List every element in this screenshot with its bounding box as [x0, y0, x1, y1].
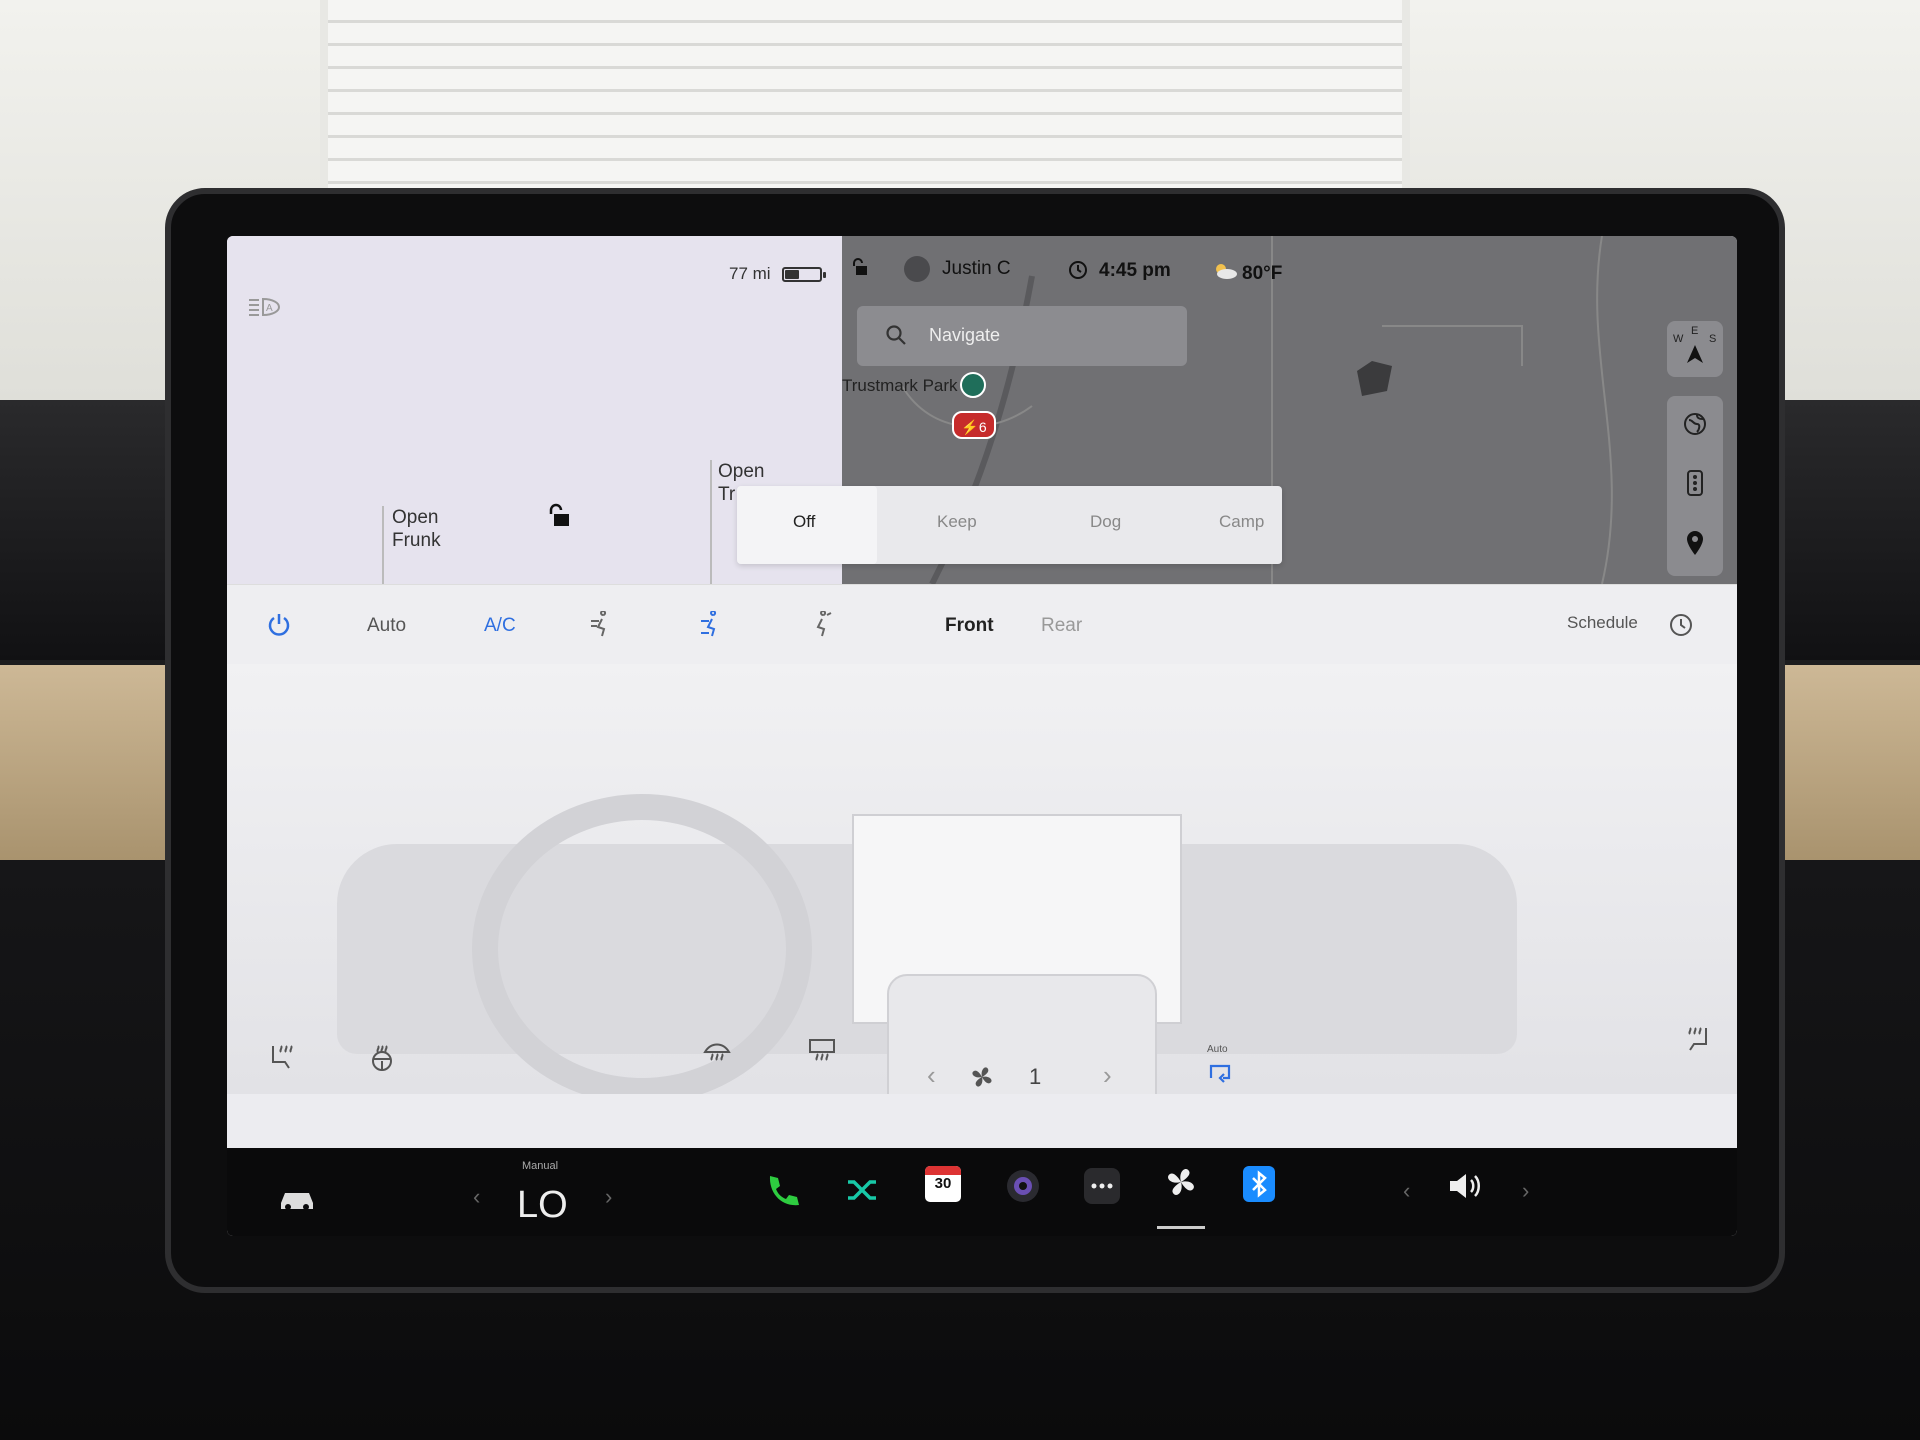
schedule-button[interactable]: Schedule: [1567, 613, 1638, 633]
mode-dog[interactable]: Dog: [1090, 512, 1121, 532]
car-icon[interactable]: [277, 1178, 317, 1218]
front-defrost-icon[interactable]: [702, 1034, 732, 1064]
compass-s: S: [1709, 333, 1717, 345]
mode-off[interactable]: Off: [793, 512, 815, 532]
camera-icon[interactable]: [1003, 1166, 1043, 1206]
supercharger-pin[interactable]: ⚡6: [952, 411, 996, 439]
bolt-icon: ⚡: [961, 419, 979, 435]
frunk-label-open: Open: [392, 507, 439, 528]
window-blind: [320, 0, 1410, 215]
temp-decrease-chevron[interactable]: ‹: [473, 1184, 480, 1210]
battery-icon: [782, 267, 826, 282]
airflow-windshield-icon[interactable]: [807, 611, 835, 639]
ac-button[interactable]: A/C: [484, 615, 516, 637]
climate-keeper-menu: Off Keep Dog Camp: [737, 486, 1282, 564]
navigate-search-box[interactable]: Navigate: [857, 306, 1187, 366]
location-pin-icon[interactable]: [1685, 530, 1705, 556]
power-icon[interactable]: [265, 611, 293, 639]
search-icon: [886, 325, 906, 345]
trunk-label-open: Open: [718, 461, 765, 482]
climate-fan-icon[interactable]: [1161, 1162, 1201, 1202]
steering-heater-icon[interactable]: [367, 1042, 397, 1072]
compass-e: E: [1691, 325, 1699, 337]
compass-button[interactable]: W E S: [1667, 321, 1723, 377]
headlight-auto-icon[interactable]: A: [247, 296, 281, 318]
wood-trim-left: [0, 665, 170, 865]
traffic-icon[interactable]: [1685, 470, 1705, 496]
open-frunk-button[interactable]: Open Frunk: [382, 506, 441, 586]
charger-count: 6: [978, 419, 987, 435]
clock-icon[interactable]: [1667, 611, 1695, 639]
frunk-label-frunk: Frunk: [392, 530, 441, 551]
map-controls: [1667, 396, 1723, 576]
steering-wheel-render: [472, 794, 812, 1094]
clock: 4:45 pm: [1099, 260, 1171, 281]
auto-climate-button[interactable]: Auto: [367, 615, 406, 637]
svg-text:A: A: [266, 303, 273, 314]
fan-icon: [972, 1067, 992, 1087]
temp-mode-label: Manual: [522, 1160, 559, 1172]
outside-temperature: 80°F: [1242, 263, 1283, 284]
fan-increase-chevron[interactable]: ›: [1103, 1060, 1112, 1091]
rear-climate-tab[interactable]: Rear: [1041, 615, 1082, 637]
navigate-placeholder: Navigate: [929, 325, 1001, 345]
globe-icon[interactable]: [1683, 412, 1707, 436]
volume-increase-chevron[interactable]: ›: [1522, 1178, 1529, 1204]
bottom-dock: ‹ Manual LO › 30 ‹ ›: [227, 1148, 1737, 1236]
cabin-temp-value: LO: [517, 1184, 568, 1226]
status-bar: Justin C 4:45 pm 80°F: [842, 236, 1737, 291]
temp-increase-chevron[interactable]: ›: [605, 1184, 612, 1210]
active-app-indicator: [1157, 1226, 1205, 1229]
unlock-icon[interactable]: [547, 502, 573, 528]
volume-icon[interactable]: [1444, 1166, 1484, 1206]
volume-decrease-chevron[interactable]: ‹: [1403, 1178, 1410, 1204]
compass-w: W: [1673, 333, 1684, 345]
mode-camp[interactable]: Camp: [1219, 512, 1264, 532]
range-readout: 77 mi: [729, 264, 771, 283]
poi-label[interactable]: Trustmark Park: [842, 376, 958, 396]
driver-profile-name[interactable]: Justin C: [942, 258, 1011, 280]
climate-control-bar: Auto A/C Front Rear Schedule: [227, 584, 1737, 664]
mode-keep[interactable]: Keep: [937, 512, 977, 532]
wood-trim-right: [1770, 665, 1920, 865]
park-pin-icon[interactable]: [960, 372, 986, 398]
partly-cloudy-icon: [1216, 264, 1237, 279]
rear-defrost-icon[interactable]: [807, 1034, 837, 1064]
alarm-clock-icon: [1069, 261, 1087, 279]
heading-arrow-icon: [1687, 345, 1703, 363]
recirc-auto-label: Auto: [1207, 1044, 1228, 1055]
bluetooth-icon[interactable]: [1239, 1164, 1279, 1204]
calendar-icon[interactable]: 30: [925, 1166, 961, 1202]
cabin-view: ‹ 1 › Auto: [227, 664, 1737, 1094]
fan-speed-value: 1: [1029, 1064, 1042, 1089]
passenger-seat-heater-icon[interactable]: [1682, 1024, 1712, 1054]
recirculation-icon[interactable]: [1207, 1060, 1235, 1086]
driver-seat-heater-icon[interactable]: [267, 1042, 297, 1072]
profile-avatar[interactable]: [904, 256, 930, 282]
fan-decrease-chevron[interactable]: ‹: [927, 1060, 936, 1091]
shuffle-icon[interactable]: [842, 1170, 882, 1210]
phone-icon[interactable]: [762, 1170, 802, 1210]
calendar-day: 30: [934, 1175, 952, 1192]
more-apps-icon[interactable]: [1082, 1166, 1122, 1206]
touchscreen: A 77 mi Open Frunk Open Tr Justin C 4:45…: [227, 236, 1737, 1236]
lock-icon[interactable]: [852, 258, 870, 276]
airflow-face-icon[interactable]: [587, 611, 615, 639]
airflow-feet-icon[interactable]: [697, 611, 725, 639]
front-climate-tab[interactable]: Front: [945, 615, 994, 637]
